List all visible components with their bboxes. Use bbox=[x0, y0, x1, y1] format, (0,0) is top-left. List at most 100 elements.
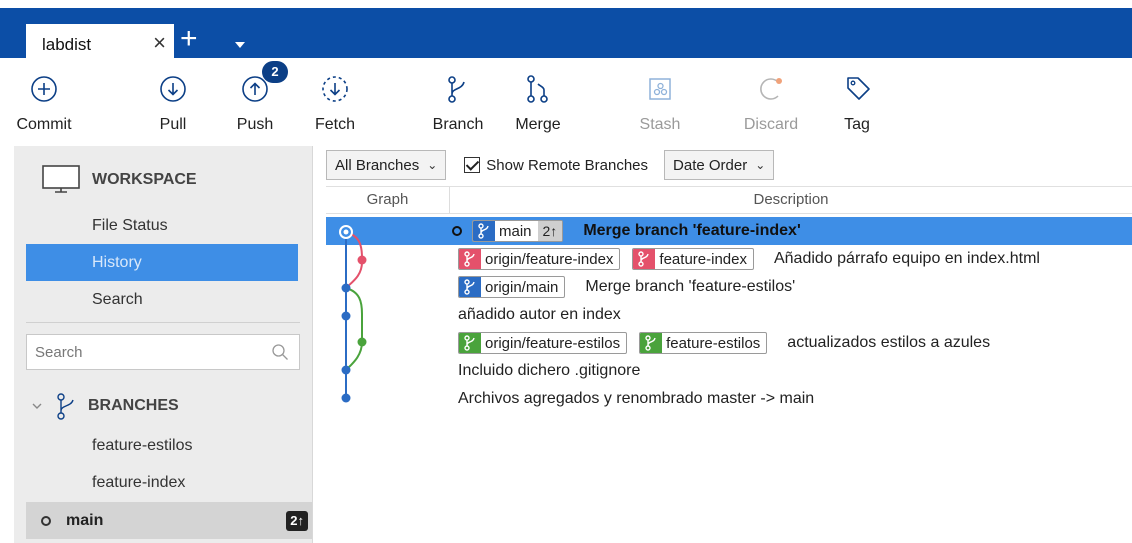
pull-button[interactable]: Pull bbox=[137, 66, 209, 142]
order-select[interactable]: Date Order ⌄ bbox=[664, 150, 775, 180]
graph-column-header[interactable]: Graph bbox=[326, 187, 450, 213]
tab-dropdown-icon[interactable] bbox=[235, 42, 245, 48]
show-remote-label: Show Remote Branches bbox=[486, 156, 649, 174]
branch-icon bbox=[459, 333, 481, 353]
sidebar-item-file-status[interactable]: File Status bbox=[26, 207, 298, 244]
branches-select-value: All Branches bbox=[335, 156, 420, 174]
graph-node-head-center bbox=[343, 229, 349, 235]
tag-icon bbox=[847, 77, 870, 100]
pull-label: Pull bbox=[159, 116, 187, 133]
sidebar-search bbox=[26, 334, 300, 370]
branch-ref-label[interactable]: origin/feature-index bbox=[458, 248, 621, 270]
merge-icon bbox=[527, 75, 548, 103]
merge-label: Merge bbox=[515, 116, 561, 133]
tag-label: Tag bbox=[844, 116, 870, 133]
sidebar-branch-feature-estilos[interactable]: feature-estilos bbox=[26, 427, 312, 464]
chevron-down-icon: ⌄ bbox=[427, 158, 438, 172]
current-branch-indicator-icon bbox=[41, 516, 51, 526]
branches-title: BRANCHES bbox=[88, 397, 179, 414]
commit-message: Incluido dichero .gitignore bbox=[458, 362, 641, 379]
graph-node[interactable] bbox=[357, 337, 367, 347]
fetch-label: Fetch bbox=[314, 116, 355, 133]
branches-select[interactable]: All Branches ⌄ bbox=[326, 150, 447, 180]
tab-bar: labdist × + bbox=[0, 8, 1132, 66]
branches-header[interactable]: BRANCHES bbox=[30, 386, 179, 426]
current-branch-name: main bbox=[66, 512, 104, 529]
graph-node[interactable] bbox=[341, 283, 351, 293]
ahead-count-badge: 2↑ bbox=[286, 511, 308, 531]
commit-message: actualizados estilos a azules bbox=[787, 334, 991, 351]
commit-description: Incluido dichero .gitignore bbox=[458, 357, 640, 385]
commit-message: Merge branch 'feature-index' bbox=[583, 222, 801, 239]
tag-button[interactable]: Tag bbox=[821, 66, 893, 142]
sidebar-search-input[interactable] bbox=[27, 335, 257, 369]
commit-button[interactable]: Commit bbox=[8, 66, 80, 142]
left-edge bbox=[0, 146, 14, 543]
discard-button[interactable]: Discard bbox=[735, 66, 807, 142]
close-tab-icon[interactable]: × bbox=[153, 32, 166, 54]
commit-graph bbox=[339, 225, 367, 403]
commit-description: añadido autor en index bbox=[458, 301, 621, 329]
fetch-dashed-icon bbox=[322, 76, 348, 102]
sidebar-item-history[interactable]: History bbox=[26, 244, 298, 281]
show-remote-toggle[interactable]: Show Remote Branches bbox=[464, 157, 648, 174]
discard-icon bbox=[760, 78, 782, 100]
commit-message: Archivos agregados y renombrado master -… bbox=[458, 390, 815, 407]
graph-lane-green-join bbox=[345, 341, 363, 371]
fetch-button[interactable]: Fetch bbox=[299, 66, 371, 142]
sidebar-branch-feature-index[interactable]: feature-index bbox=[26, 464, 312, 501]
repo-tab-title: labdist bbox=[42, 35, 92, 54]
graph-lane-red-join bbox=[345, 261, 363, 289]
branch-button[interactable]: Branch bbox=[422, 66, 494, 142]
sidebar-splitter[interactable] bbox=[312, 146, 326, 543]
stash-button[interactable]: Stash bbox=[624, 66, 696, 142]
branch-icon bbox=[633, 249, 656, 269]
checkbox-checked-icon[interactable] bbox=[464, 157, 481, 173]
graph-node[interactable] bbox=[357, 255, 367, 265]
plus-circle-icon bbox=[31, 76, 57, 102]
head-indicator-icon bbox=[452, 226, 462, 236]
branch-icon bbox=[459, 249, 481, 269]
branch-ref-label[interactable]: feature-index bbox=[632, 248, 754, 270]
branch-ref-name: feature-estilos bbox=[666, 334, 761, 352]
stash-icon bbox=[649, 78, 671, 100]
branch-icon bbox=[448, 76, 465, 103]
pull-arrow-icon bbox=[160, 76, 186, 102]
toolbar: Commit Pull Push Fetch Branch Merge Stas… bbox=[0, 58, 1132, 146]
graph-node[interactable] bbox=[341, 311, 351, 321]
commit-description: origin/main Merge branch 'feature-estilos… bbox=[458, 273, 795, 301]
chevron-down-icon[interactable] bbox=[30, 399, 44, 413]
history-column-header: Graph Description bbox=[326, 186, 1132, 214]
chevron-down-icon: ⌄ bbox=[755, 158, 766, 172]
sidebar-item-search[interactable]: Search bbox=[26, 281, 298, 318]
branch-ref-label[interactable]: origin/main bbox=[458, 276, 566, 298]
branch-ref-name: feature-index bbox=[659, 250, 747, 268]
commit-message: añadido autor en index bbox=[458, 306, 621, 323]
branch-icon bbox=[459, 277, 481, 297]
commit-message: Merge branch 'feature-estilos' bbox=[585, 278, 796, 295]
monitor-icon bbox=[42, 165, 80, 193]
sidebar-divider bbox=[26, 322, 300, 323]
branch-ref-label[interactable]: feature-estilos bbox=[639, 332, 768, 354]
ahead-count-badge: 2↑ bbox=[537, 221, 563, 241]
branch-ref-label[interactable]: main 2↑ bbox=[472, 220, 564, 242]
commit-message: Añadido párrafo equipo en index.html bbox=[773, 250, 1040, 267]
commit-description: Archivos agregados y renombrado master -… bbox=[458, 385, 814, 413]
branch-icon bbox=[640, 333, 663, 353]
workspace-title: WORKSPACE bbox=[92, 171, 197, 188]
graph-node[interactable] bbox=[341, 393, 351, 403]
branch-ref-name: main bbox=[499, 222, 532, 240]
sidebar-branch-main[interactable]: main 2↑ bbox=[26, 502, 312, 539]
branch-ref-name: origin/feature-estilos bbox=[485, 334, 621, 352]
commit-label: Commit bbox=[16, 116, 72, 133]
merge-button[interactable]: Merge bbox=[502, 66, 574, 142]
description-column-header[interactable]: Description bbox=[450, 187, 1132, 213]
branch-ref-name: origin/feature-index bbox=[485, 250, 614, 268]
graph-node[interactable] bbox=[341, 365, 351, 375]
order-select-value: Date Order bbox=[673, 156, 748, 174]
stash-label: Stash bbox=[639, 116, 681, 133]
add-tab-icon[interactable]: + bbox=[180, 24, 198, 54]
push-count-badge: 2 bbox=[262, 61, 288, 83]
branch-ref-label[interactable]: origin/feature-estilos bbox=[458, 332, 628, 354]
commit-description: origin/feature-estilos feature-estilos act… bbox=[458, 329, 990, 357]
